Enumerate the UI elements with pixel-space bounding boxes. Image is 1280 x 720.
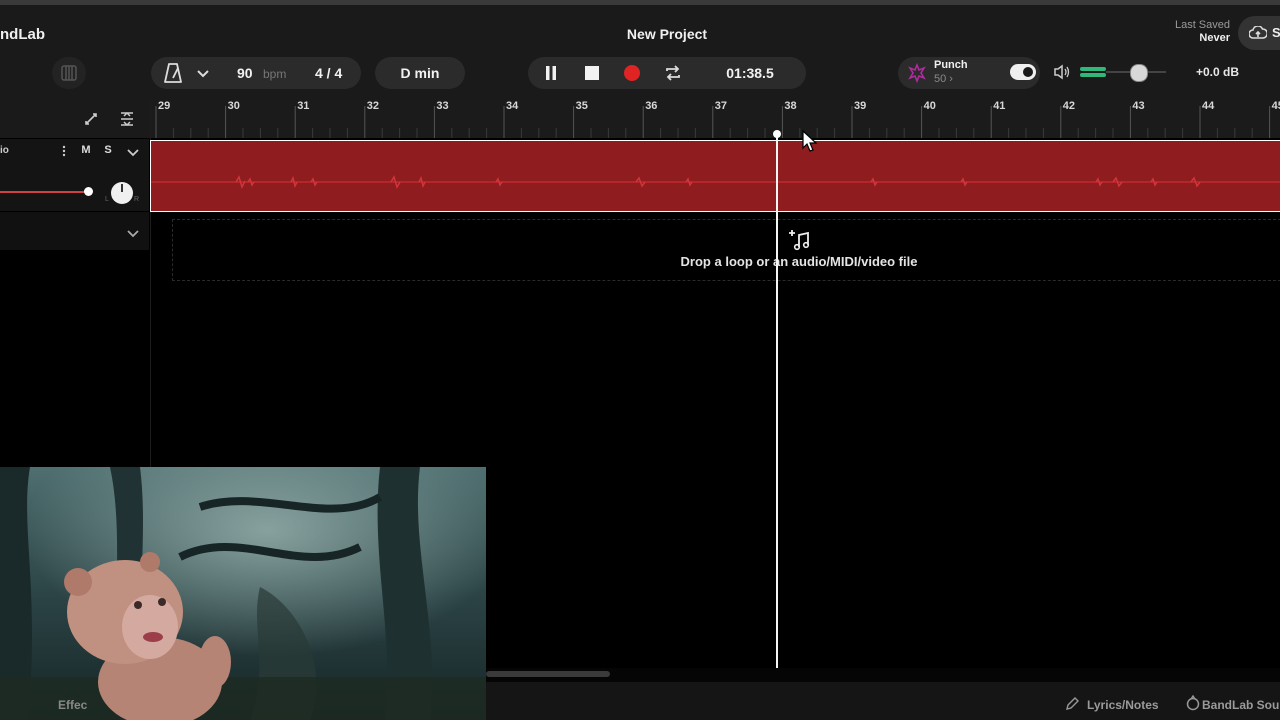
last-saved-label: Last Saved <box>1174 19 1230 31</box>
ruler-bar-label: 41 <box>993 100 1006 112</box>
webcam-overlay-image: Effec <box>0 467 486 720</box>
bandlab-sounds-label[interactable]: BandLab Sou <box>1202 698 1279 712</box>
track-expand-chevron[interactable] <box>126 145 140 157</box>
bpm-value[interactable]: 90 <box>237 65 253 81</box>
add-track-row[interactable] <box>0 212 149 250</box>
record-icon <box>624 65 640 81</box>
drop-zone[interactable] <box>172 219 1280 281</box>
chevron-down-icon <box>127 230 139 238</box>
last-saved-value: Never <box>1199 32 1230 44</box>
loop-icon <box>666 65 680 81</box>
ruler-bar-label: 35 <box>575 100 588 112</box>
punch-settings[interactable] <box>906 62 928 84</box>
time-signature[interactable]: 4 / 4 <box>315 65 342 81</box>
ruler-bar-label: 29 <box>158 100 171 112</box>
playhead-handle[interactable] <box>773 130 781 138</box>
ruler-bar-label: 34 <box>506 100 519 112</box>
meter-right <box>1080 73 1106 77</box>
add-track-chevron[interactable] <box>126 226 140 238</box>
ruler-bar-label: 33 <box>436 100 449 112</box>
project-title[interactable]: New Project <box>560 26 774 42</box>
ruler-bar-label: 32 <box>366 100 380 112</box>
punch-toggle[interactable] <box>1010 64 1036 80</box>
punch-label: Punch <box>934 59 968 71</box>
track-name[interactable]: io <box>0 145 9 156</box>
scrollbar-thumb[interactable] <box>486 671 610 677</box>
track-volume-slider[interactable] <box>0 191 88 193</box>
pan-left-label: L <box>105 196 109 203</box>
ruler-bar-label: 39 <box>854 100 867 112</box>
piano-icon <box>61 65 77 81</box>
audio-region[interactable] <box>150 140 1280 212</box>
pause-icon <box>546 66 556 80</box>
ruler-bar-label: 30 <box>227 100 240 112</box>
more-vertical-icon <box>62 145 66 157</box>
loop-button[interactable] <box>660 60 686 86</box>
ruler-bar-label: 42 <box>1062 100 1076 112</box>
lyrics-notes-label[interactable]: Lyrics/Notes <box>1087 698 1159 712</box>
waveform <box>151 175 1280 190</box>
master-volume-button[interactable] <box>1053 64 1071 80</box>
stop-button[interactable] <box>579 60 605 86</box>
master-volume-slider-handle[interactable] <box>1130 64 1148 82</box>
track-pan-knob[interactable] <box>111 182 133 204</box>
brand-logo-text: ndLab <box>0 26 45 43</box>
metronome-options-chevron[interactable] <box>196 66 212 80</box>
cloud-upload-icon <box>1249 26 1267 39</box>
chevron-down-icon <box>197 70 209 78</box>
fit-tracks-button[interactable] <box>118 110 136 128</box>
metronome-icon <box>164 63 182 83</box>
meter-left <box>1080 67 1106 71</box>
mouse-cursor-icon <box>802 129 818 159</box>
bandlab-sounds-button[interactable] <box>1185 694 1201 711</box>
track-menu-dots[interactable] <box>61 144 67 158</box>
punch-value[interactable]: 50 › <box>934 73 953 85</box>
effects-tab-label[interactable]: Effec <box>58 698 87 712</box>
ruler-bar-label: 43 <box>1132 100 1145 112</box>
playhead[interactable] <box>776 134 778 682</box>
ruler-bar-label: 40 <box>923 100 936 112</box>
track-volume-handle[interactable] <box>84 187 93 196</box>
playback-time: 01:38.5 <box>726 65 774 81</box>
pen-icon <box>1066 697 1079 710</box>
key-value: D min <box>400 65 440 81</box>
stop-icon <box>585 66 599 80</box>
mute-button[interactable]: M <box>78 142 94 158</box>
drop-zone-text: Drop a loop or an audio/MIDI/video file <box>680 254 918 269</box>
speaker-icon <box>1054 64 1070 80</box>
ruler-bar-label: 38 <box>784 100 797 112</box>
ruler-bar-label: 45 <box>1271 100 1280 112</box>
ruler-bar-label: 37 <box>714 100 728 112</box>
pen-curve-icon <box>85 113 97 125</box>
ruler-bar-label: 31 <box>297 100 310 112</box>
last-saved-status: Last Saved Never <box>1175 19 1230 45</box>
bandlab-sounds-icon <box>1186 694 1200 711</box>
solo-button[interactable]: S <box>100 142 116 158</box>
pause-button[interactable] <box>538 60 564 86</box>
pan-right-label: R <box>134 196 140 203</box>
chevron-down-icon <box>127 149 139 157</box>
fit-icon <box>121 111 133 127</box>
ruler-bar-label: 36 <box>645 100 658 112</box>
master-db-value: +0.0 dB <box>1196 65 1240 79</box>
record-button[interactable] <box>619 60 645 86</box>
piano-keyboard-button[interactable] <box>52 57 86 89</box>
bpm-unit: bpm <box>263 67 287 81</box>
automation-button[interactable] <box>82 110 100 128</box>
punch-star-icon <box>908 62 926 84</box>
horizontal-scrollbar[interactable] <box>486 668 1280 682</box>
ruler-bar-label: 44 <box>1202 100 1215 112</box>
track-tools-row <box>0 100 150 138</box>
save-button[interactable]: S <box>1238 16 1280 50</box>
add-music-icon <box>788 229 812 256</box>
save-label: S <box>1272 25 1280 40</box>
metronome-button[interactable] <box>163 62 183 84</box>
